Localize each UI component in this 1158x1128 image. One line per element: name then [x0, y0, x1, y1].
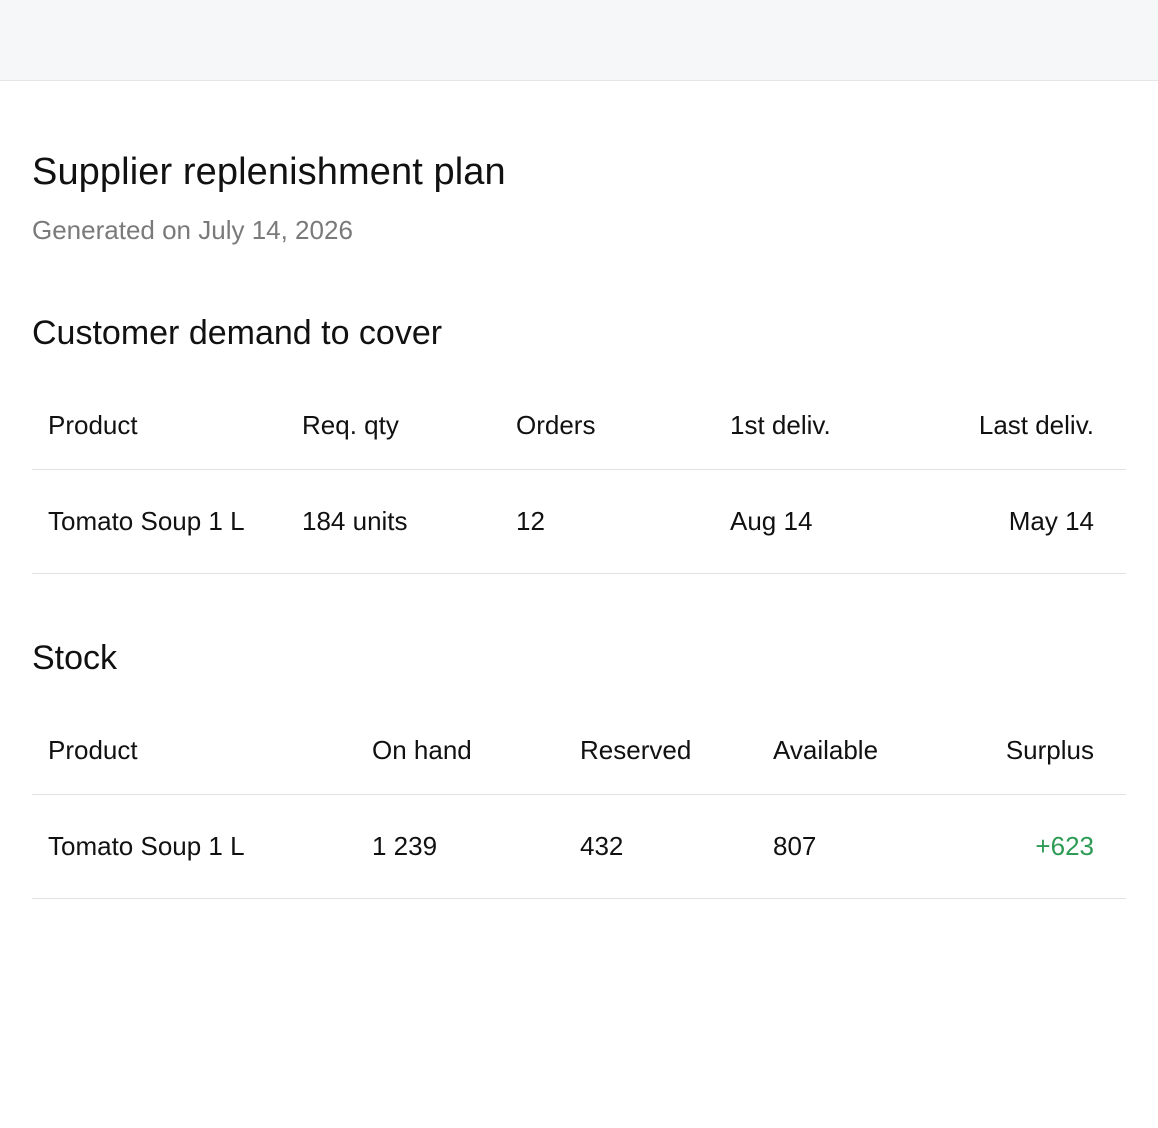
stock-header-product: Product: [32, 706, 356, 795]
stock-cell-available: 807: [757, 794, 947, 899]
demand-header-req-qty: Req. qty: [286, 381, 500, 470]
demand-header-row: Product Req. qty Orders 1st deliv. Last …: [32, 381, 1126, 470]
demand-header-product: Product: [32, 381, 286, 470]
demand-header-orders: Orders: [500, 381, 714, 470]
stock-cell-surplus: +623: [947, 794, 1126, 899]
demand-cell-product: Tomato Soup 1 L: [32, 469, 286, 574]
stock-table: Product On hand Reserved Available Surpl…: [32, 706, 1126, 899]
table-row: Tomato Soup 1 L 1 239 432 807 +623: [32, 794, 1126, 899]
top-bar: [0, 0, 1158, 81]
stock-header-surplus: Surplus: [947, 706, 1126, 795]
stock-cell-on-hand: 1 239: [356, 794, 564, 899]
demand-header-first-delivery: 1st deliv.: [714, 381, 894, 470]
stock-cell-product: Tomato Soup 1 L: [32, 794, 356, 899]
stock-header-on-hand: On hand: [356, 706, 564, 795]
demand-cell-first-delivery: Aug 14: [714, 469, 894, 574]
demand-header-last-delivery: Last deliv.: [894, 381, 1126, 470]
demand-cell-last-delivery: May 14: [894, 469, 1126, 574]
demand-cell-orders: 12: [500, 469, 714, 574]
stock-header-available: Available: [757, 706, 947, 795]
page-title: Supplier replenishment plan: [32, 151, 506, 193]
stock-cell-reserved: 432: [564, 794, 757, 899]
stock-section-title: Stock: [32, 639, 118, 677]
stock-header-row: Product On hand Reserved Available Surpl…: [32, 706, 1126, 795]
stock-header-reserved: Reserved: [564, 706, 757, 795]
generated-date: Generated on July 14, 2026: [32, 215, 353, 245]
main-content: Supplier replenishment plan Generated on…: [0, 81, 1158, 899]
demand-table: Product Req. qty Orders 1st deliv. Last …: [32, 381, 1126, 574]
demand-section-title: Customer demand to cover: [32, 314, 443, 352]
table-row: Tomato Soup 1 L 184 units 12 Aug 14 May …: [32, 469, 1126, 574]
demand-cell-req-qty: 184 units: [286, 469, 500, 574]
